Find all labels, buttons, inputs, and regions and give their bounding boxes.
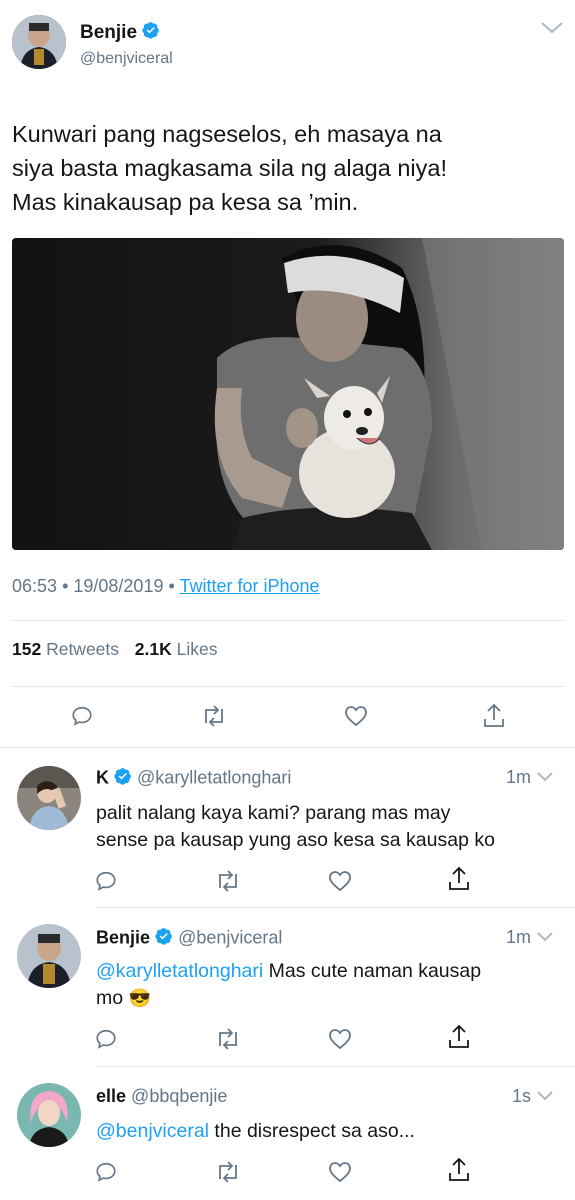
share-icon[interactable] [447, 866, 471, 892]
divider [12, 686, 564, 687]
main-tweet-text: Kunwari pang nagseselos, eh masaya na si… [12, 117, 572, 219]
likes-stat[interactable]: 2.1K Likes [135, 639, 218, 659]
like-icon[interactable] [328, 870, 352, 892]
divider [96, 907, 575, 908]
reply-author-avatar[interactable] [17, 924, 81, 988]
reply-author-name[interactable]: Benjie [96, 927, 150, 947]
chevron-down-icon[interactable] [536, 771, 554, 783]
reply-author-handle[interactable]: @karylletatlonghari [137, 767, 291, 787]
reply-text-line: palit nalang kaya kami? parang mas may [96, 802, 451, 824]
reply-text-line: sense pa kausap yung aso kesa sa kausap … [96, 829, 495, 851]
share-icon[interactable] [447, 1024, 471, 1050]
retweet-icon[interactable] [215, 870, 241, 892]
tweet-time: 06:53 [12, 576, 58, 596]
reply-icon[interactable] [95, 1028, 117, 1050]
reply-author-handle[interactable]: @benjviceral [178, 927, 282, 947]
reply-text-line: @benjviceral the disrespect sa aso... [96, 1118, 415, 1145]
reply-icon[interactable] [71, 705, 93, 727]
like-icon[interactable] [344, 705, 368, 727]
main-author-name[interactable]: Benjie [80, 21, 160, 45]
reply-author-name[interactable]: elle [96, 1086, 126, 1106]
retweet-icon[interactable] [201, 705, 227, 727]
retweets-count: 152 [12, 639, 42, 659]
verified-badge-icon [114, 767, 132, 790]
reply-author-avatar[interactable] [17, 1083, 81, 1147]
mention-link[interactable]: @karylletatlonghari [96, 960, 263, 982]
chevron-down-icon[interactable] [536, 1090, 554, 1102]
sunglasses-emoji: 😎 [128, 988, 151, 1008]
reply-text: @karylletatlonghari Mas cute naman kausa… [96, 958, 481, 1012]
reply-text-span: the disrespect sa aso... [209, 1120, 415, 1142]
retweets-stat[interactable]: 152 Retweets [12, 639, 124, 659]
meta-separator: • [62, 576, 74, 596]
divider [0, 747, 575, 748]
reply-icon[interactable] [95, 870, 117, 892]
reply-time: 1m [506, 767, 532, 787]
tweet-photo[interactable] [12, 238, 564, 550]
reply-time: 1m [506, 927, 532, 947]
share-icon[interactable] [447, 1157, 471, 1183]
tweet-text-line: Kunwari pang nagseselos, eh masaya na [12, 121, 442, 147]
tweet-timestamp: 06:53 • 19/08/2019 • Twitter for iPhone [12, 576, 320, 597]
meta-separator: • [168, 576, 180, 596]
reply-text: @benjviceral the disrespect sa aso... [96, 1118, 415, 1145]
like-icon[interactable] [328, 1161, 352, 1183]
share-icon[interactable] [482, 703, 506, 729]
reply-text: palit nalang kaya kami? parang mas may s… [96, 800, 495, 854]
verified-badge-icon [142, 21, 160, 45]
like-icon[interactable] [328, 1028, 352, 1050]
reply-text-span: Mas cute naman kausap [263, 960, 482, 982]
reply-author-name[interactable]: K [96, 767, 109, 787]
retweets-label: Retweets [46, 639, 120, 659]
tweet-source-link[interactable]: Twitter for iPhone [179, 576, 319, 596]
mention-link[interactable]: @benjviceral [96, 1120, 209, 1142]
tweet-text-line: siya basta magkasama sila ng alaga niya! [12, 155, 447, 181]
main-author-name-text[interactable]: Benjie [80, 22, 137, 43]
reply-text-span: mo [96, 987, 124, 1009]
likes-count: 2.1K [134, 639, 172, 659]
likes-label: Likes [176, 639, 218, 659]
retweet-icon[interactable] [215, 1161, 241, 1183]
divider [96, 1066, 575, 1067]
tweet-text-line: Mas kinakausap pa kesa sa ’min. [12, 189, 359, 215]
main-author-handle[interactable]: @benjviceral [80, 50, 173, 68]
reply-text-line: @karylletatlonghari Mas cute naman kausa… [96, 958, 481, 985]
chevron-down-icon[interactable] [536, 931, 554, 943]
reply-author-handle[interactable]: @bbqbenjie [131, 1086, 227, 1106]
reply-icon[interactable] [95, 1161, 117, 1183]
main-author-avatar[interactable] [12, 15, 66, 69]
reply-header: elle @bbqbenjie [96, 1086, 227, 1107]
reply-author-avatar[interactable] [17, 766, 81, 830]
chevron-down-icon[interactable] [540, 20, 564, 36]
retweet-icon[interactable] [215, 1028, 241, 1050]
tweet-date: 19/08/2019 [73, 576, 164, 596]
reply-time: 1s [512, 1086, 532, 1106]
reply-header: Benjie @benjviceral [96, 927, 282, 950]
reply-text-line: mo 😎 [96, 985, 481, 1012]
reply-header: K @karylletatlonghari [96, 767, 291, 790]
engagement-stats: 152 Retweets 2.1K Likes [12, 639, 217, 660]
divider [12, 620, 564, 621]
verified-badge-icon [155, 927, 173, 950]
